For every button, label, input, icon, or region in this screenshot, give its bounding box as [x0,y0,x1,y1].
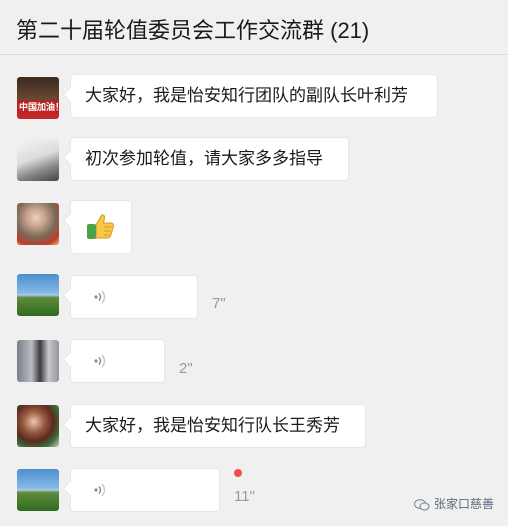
thumbs-up-emoji-icon [87,214,115,239]
message-bubble[interactable]: 大家好，我是怡安知行团队的副队长叶利芳 [70,74,438,118]
message-list[interactable]: 中国加油！ 大家好，我是怡安知行团队的副队长叶利芳 初次参加轮值，请大家多多指导… [0,55,508,526]
emoji-bubble[interactable] [70,200,132,254]
voice-message-bubble[interactable] [70,275,198,319]
avatar[interactable] [17,469,59,511]
voice-duration: 7" [212,295,226,312]
voice-duration: 2" [179,360,193,377]
watermark-text: 张家口慈善 [433,497,494,511]
avatar[interactable] [17,405,59,447]
voice-wave-icon [94,290,106,304]
avatar[interactable] [17,340,59,382]
avatar[interactable] [17,139,59,181]
message-text: 大家好，我是怡安知行队长王秀芳 [85,416,340,435]
message-bubble[interactable]: 初次参加轮值，请大家多多指导 [70,137,349,181]
voice-wave-icon [94,483,106,497]
avatar[interactable] [17,274,59,316]
avatar-badge-text: 中国加油！ [19,102,59,112]
avatar[interactable]: 中国加油！ [17,77,59,119]
voice-message-bubble[interactable] [70,339,165,383]
message-bubble[interactable]: 大家好，我是怡安知行队长王秀芳 [70,404,366,448]
chat-header: 第二十届轮值委员会工作交流群 (21) [0,0,508,54]
wechat-logo-icon [413,498,430,511]
message-text: 初次参加轮值，请大家多多指导 [85,149,323,168]
voice-wave-icon [94,354,106,368]
voice-duration: 11" [234,488,255,505]
avatar[interactable] [17,203,59,245]
voice-message-bubble[interactable] [70,468,220,512]
group-title[interactable]: 第二十届轮值委员会工作交流群 (21) [16,13,369,45]
watermark: 张家口慈善 [413,495,494,512]
message-text: 大家好，我是怡安知行团队的副队长叶利芳 [85,86,408,105]
unread-dot [234,469,242,477]
